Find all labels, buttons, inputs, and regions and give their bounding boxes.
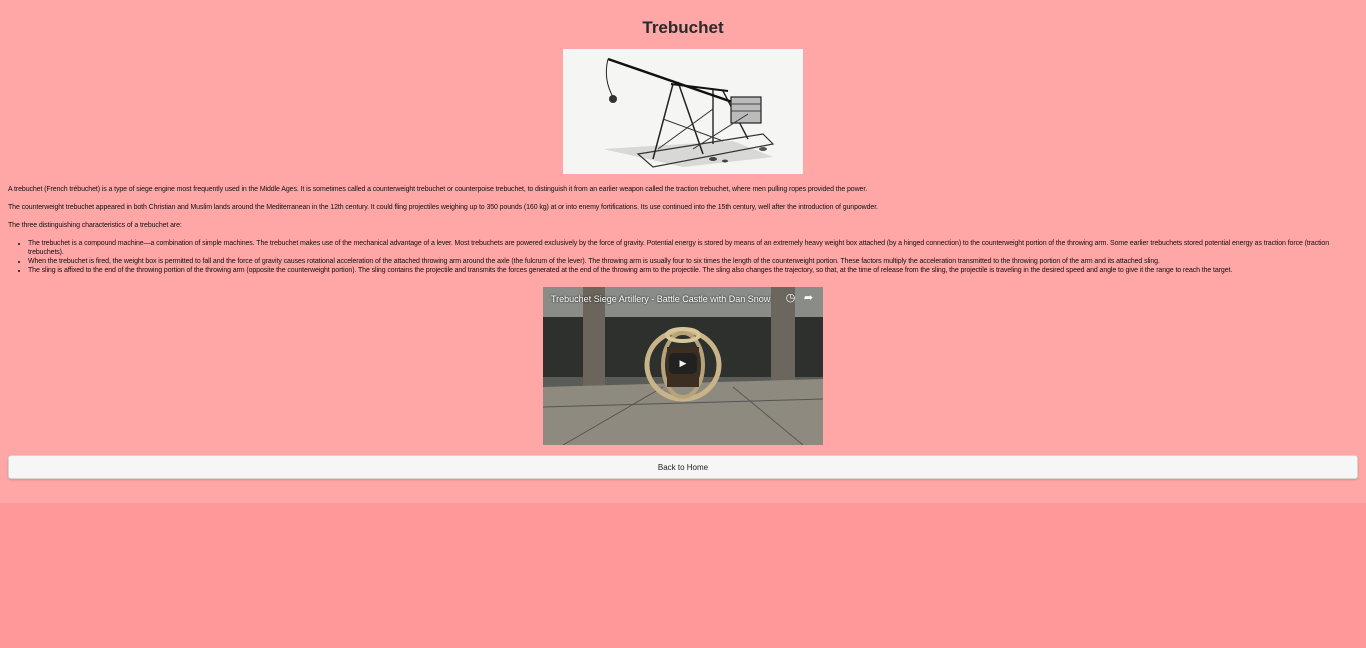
list-item: When the trebuchet is fired, the weight …	[28, 257, 1358, 266]
video-title[interactable]: Trebuchet Siege Artillery - Battle Castl…	[551, 293, 770, 305]
play-icon[interactable]: ▶	[669, 353, 697, 374]
list-item: The trebuchet is a compound machine—a co…	[28, 239, 1358, 257]
clock-icon[interactable]: ◷	[784, 292, 797, 305]
trebuchet-drawing-icon	[563, 49, 803, 174]
page-container: Trebuchet A trebuchet (French trébuchet)…	[0, 0, 1366, 503]
back-to-home-button[interactable]: Back to Home	[8, 455, 1358, 479]
history-paragraph: The counterweight trebuchet appeared in …	[8, 204, 878, 211]
list-item: The sling is affixed to the end of the t…	[28, 266, 1358, 275]
characteristics-lead: The three distinguishing characteristics…	[8, 222, 182, 229]
page-title: Trebuchet	[642, 18, 724, 37]
video-embed[interactable]: Trebuchet Siege Artillery - Battle Castl…	[543, 287, 823, 445]
trebuchet-illustration	[563, 49, 803, 174]
characteristics-list: The trebuchet is a compound machine—a co…	[8, 239, 1358, 275]
intro-paragraph: A trebuchet (French trébuchet) is a type…	[8, 186, 868, 193]
share-icon[interactable]: ➦	[802, 292, 815, 305]
